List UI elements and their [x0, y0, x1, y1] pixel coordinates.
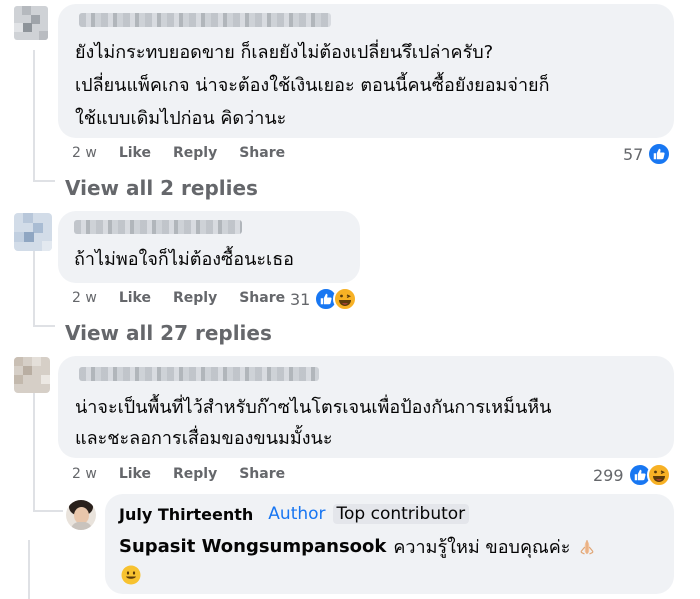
mention-link[interactable]: Supasit Wongsumpansook: [119, 536, 386, 557]
author-badge: Author: [268, 504, 326, 524]
comment-text-line: ยังไม่กระทบยอดขาย ก็เลยยังไม่ต้องเปลี่ยน…: [75, 42, 494, 63]
comment-actions: 2 w Like Reply Share: [72, 466, 307, 482]
comment-text-line: และชะลอการเสื่อมของขนมมั้งนะ: [75, 428, 333, 449]
smiling-face-icon: [121, 565, 141, 585]
thread-line: [33, 510, 63, 512]
thread-line: [28, 540, 30, 599]
thread-line: [33, 392, 35, 512]
like-button[interactable]: Like: [119, 466, 151, 482]
reply-bubble: July Thirteenth Author Top contributor S…: [105, 494, 674, 594]
like-button[interactable]: Like: [119, 290, 151, 306]
comment-actions: 2 w Like Reply Share: [72, 145, 307, 161]
view-replies-link[interactable]: View all 2 replies: [65, 176, 258, 200]
avatar[interactable]: [14, 6, 48, 40]
share-button[interactable]: Share: [239, 290, 285, 306]
reaction-count: 31: [290, 289, 311, 309]
reply-button[interactable]: Reply: [173, 145, 217, 161]
comment-bubble: น่าจะเป็นพื้นที่ไว้สำหรับก๊าซไนโตรเจนเพื…: [58, 356, 674, 458]
comment-text-line: เปลี่ยนแพ็คเกจ น่าจะต้องใช้เงินเยอะ ตอนน…: [75, 75, 550, 96]
reaction-summary[interactable]: 31: [290, 287, 358, 311]
timestamp[interactable]: 2 w: [72, 466, 97, 482]
author-avatar[interactable]: [66, 500, 96, 530]
avatar[interactable]: [14, 357, 50, 393]
reaction-summary[interactable]: 299: [593, 463, 671, 487]
timestamp[interactable]: 2 w: [72, 145, 97, 161]
view-replies-link[interactable]: View all 27 replies: [65, 321, 272, 345]
comment-bubble: ยังไม่กระทบยอดขาย ก็เลยยังไม่ต้องเปลี่ยน…: [58, 4, 674, 138]
reaction-summary[interactable]: 57: [623, 142, 672, 166]
share-button[interactable]: Share: [239, 466, 285, 482]
reaction-count: 299: [593, 465, 624, 485]
comment-text-line: ถ้าไม่พอใจก็ไม่ต้องซื้อนะเธอ: [74, 249, 294, 270]
commenter-name-blurred[interactable]: [79, 367, 319, 381]
reply-text: ความรู้ใหม่ ขอบคุณค่ะ: [393, 537, 571, 558]
commenter-name-blurred[interactable]: [79, 13, 331, 27]
thread-line: [33, 180, 55, 182]
reaction-count: 57: [623, 144, 644, 164]
folded-hands-icon: [578, 538, 596, 556]
top-contributor-badge: Top contributor: [332, 504, 470, 524]
share-button[interactable]: Share: [239, 145, 285, 161]
comment-text-line: ใช้แบบเดิมไปก่อน คิดว่านะ: [75, 108, 287, 129]
reply-button[interactable]: Reply: [173, 290, 217, 306]
avatar[interactable]: [14, 213, 52, 251]
thread-line: [33, 250, 35, 327]
haha-icon: [333, 287, 358, 311]
reply-button[interactable]: Reply: [173, 466, 217, 482]
thread-line: [33, 325, 55, 327]
haha-icon: [646, 463, 671, 487]
timestamp[interactable]: 2 w: [72, 290, 97, 306]
thread-line: [33, 50, 35, 182]
comment-bubble: ถ้าไม่พอใจก็ไม่ต้องซื้อนะเธอ: [58, 211, 360, 283]
like-button[interactable]: Like: [119, 145, 151, 161]
comment-text-line: น่าจะเป็นพื้นที่ไว้สำหรับก๊าซไนโตรเจนเพื…: [75, 397, 552, 418]
like-icon: [647, 142, 672, 166]
commenter-name-blurred[interactable]: [74, 220, 242, 234]
comment-actions: 2 w Like Reply Share: [72, 290, 307, 306]
reply-author-name[interactable]: July Thirteenth: [119, 505, 253, 524]
